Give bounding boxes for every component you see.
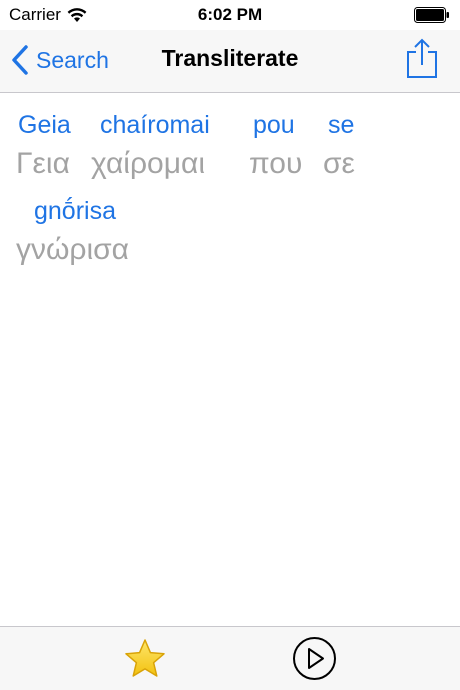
play-icon (293, 637, 336, 680)
play-button[interactable] (292, 636, 337, 681)
greek-word[interactable]: γνώρισα (16, 233, 129, 267)
greek-word[interactable]: σε (323, 147, 355, 181)
status-time: 6:02 PM (197, 5, 263, 24)
share-icon (407, 38, 437, 78)
latin-word[interactable]: pou (253, 111, 295, 140)
latin-word[interactable]: Geia (18, 111, 71, 140)
share-button[interactable] (405, 38, 439, 80)
navigation-bar: Search Transliterate (0, 30, 460, 93)
greek-word[interactable]: χαίρομαι (91, 147, 205, 181)
latin-word[interactable]: se (328, 111, 354, 140)
latin-word[interactable]: chaíromai (100, 111, 210, 140)
favorite-button[interactable] (123, 637, 167, 681)
latin-word[interactable]: gnṓrisa (34, 197, 116, 226)
battery-icon (414, 7, 450, 23)
bottom-toolbar (0, 626, 460, 690)
greek-word[interactable]: Γεια (16, 147, 70, 181)
transliterate-screen: Carrier 6:02 PM Search Transliterate Gei… (0, 0, 460, 690)
star-icon (125, 639, 165, 677)
greek-word[interactable]: που (249, 147, 302, 181)
page-title: Transliterate (161, 45, 299, 71)
status-bar: Carrier 6:02 PM (0, 0, 460, 30)
transliteration-content: Geia chaíromai pou se Γεια χαίρομαι που … (0, 93, 460, 626)
